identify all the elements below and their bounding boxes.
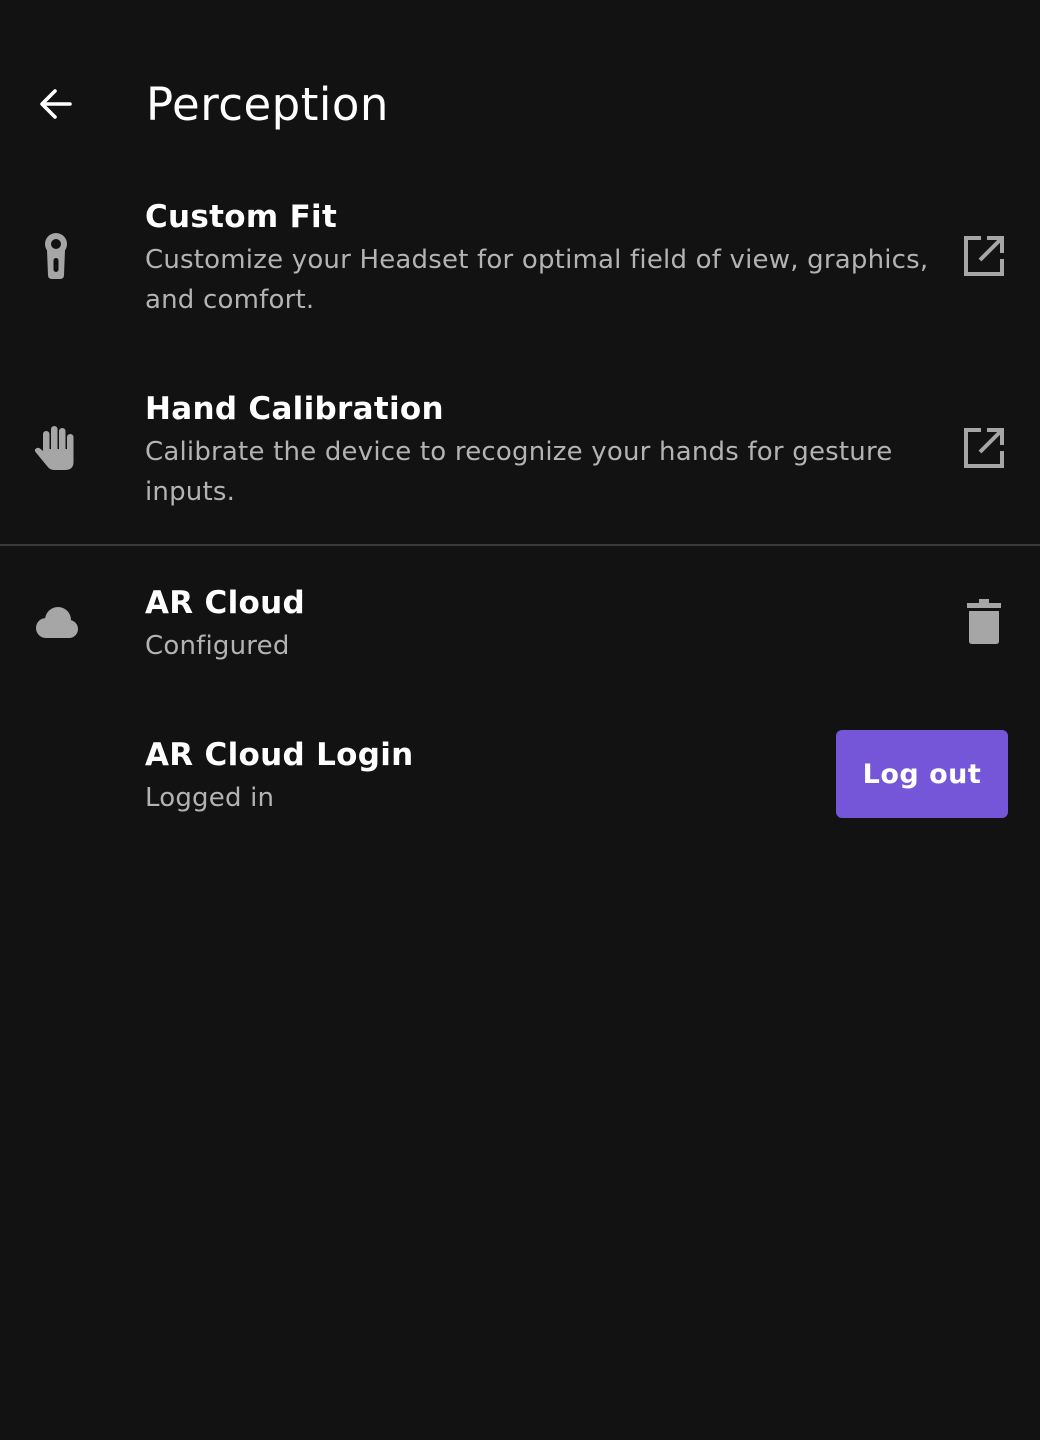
headset-fit-icon	[24, 224, 88, 288]
trash-icon	[967, 599, 1001, 644]
back-button[interactable]	[22, 70, 90, 138]
section-divider	[0, 544, 1040, 546]
custom-fit-row[interactable]: Custom Fit Customize your Headset for op…	[0, 196, 1040, 326]
ar-cloud-delete-button[interactable]	[952, 590, 1016, 654]
cloud-icon	[24, 591, 88, 655]
app-bar: Perception	[0, 0, 1040, 200]
arrow-left-icon	[40, 89, 72, 119]
custom-fit-title: Custom Fit	[145, 199, 338, 235]
open-external-icon	[964, 428, 1004, 468]
custom-fit-open-button[interactable]	[952, 224, 1016, 288]
hand-calibration-description: Calibrate the device to recognize your h…	[145, 437, 893, 507]
custom-fit-description: Customize your Headset for optimal field…	[145, 245, 929, 315]
ar-cloud-status: Configured	[145, 631, 290, 661]
hand-icon	[24, 416, 88, 480]
page-title: Perception	[146, 78, 389, 131]
ar-cloud-title: AR Cloud	[145, 585, 305, 621]
hand-calibration-open-button[interactable]	[952, 416, 1016, 480]
hand-calibration-title: Hand Calibration	[145, 391, 444, 427]
ar-cloud-login-title: AR Cloud Login	[145, 737, 414, 773]
open-external-icon	[964, 236, 1004, 276]
log-out-button[interactable]: Log out	[836, 730, 1008, 818]
hand-calibration-row[interactable]: Hand Calibration Calibrate the device to…	[0, 388, 1040, 518]
ar-cloud-login-status: Logged in	[145, 783, 275, 813]
ar-cloud-row[interactable]: AR Cloud Configured	[0, 582, 1040, 672]
